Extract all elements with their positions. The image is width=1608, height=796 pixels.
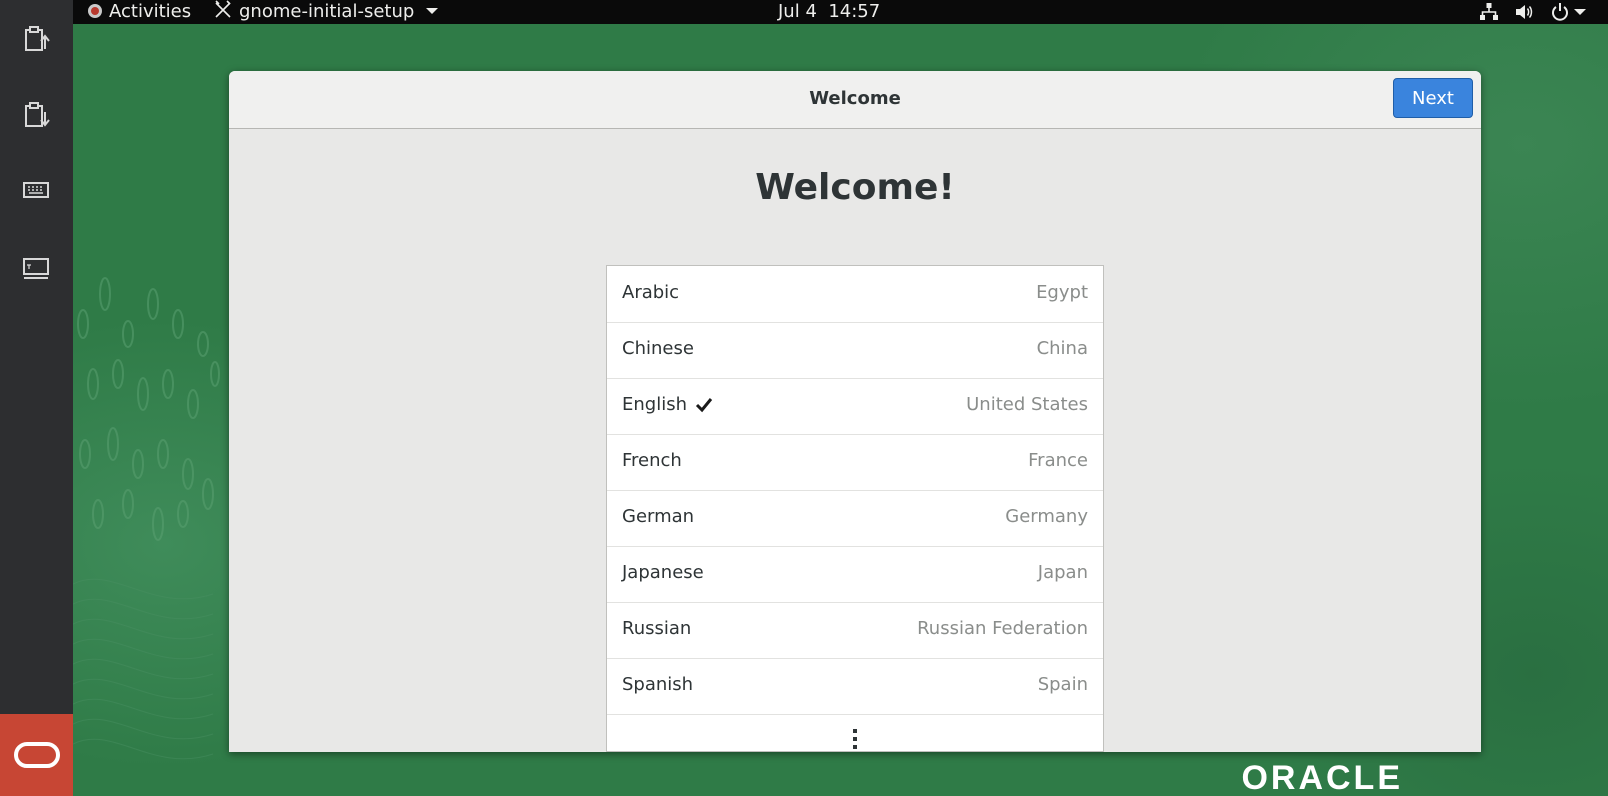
language-region: Spain [1037,674,1088,695]
remote-console-sidebar [0,0,73,796]
language-name: German [622,506,695,527]
language-region: Egypt [1036,282,1088,303]
clipboard-download-icon [25,102,50,127]
language-row-german[interactable]: German Germany [607,490,1103,547]
activities-button[interactable]: Activities [87,0,191,24]
activities-label: Activities [109,1,192,22]
language-name: Japanese [622,562,704,583]
keyboard-icon [23,182,49,198]
more-languages-button[interactable] [607,714,1103,751]
language-region: Russian Federation [917,618,1088,639]
language-row-arabic[interactable]: Arabic Egypt [607,266,1103,323]
language-name: Russian [622,618,692,639]
next-button[interactable]: Next [1393,78,1473,118]
header-bar: Welcome Next [229,71,1481,129]
language-row-japanese[interactable]: Japanese Japan [607,546,1103,603]
checkmark-icon [695,398,713,413]
power-chevron-icon[interactable] [1574,9,1586,15]
language-name: French [622,450,682,471]
network-icon[interactable] [1478,2,1500,22]
clock-label: Jul 4 14:57 [778,1,881,22]
language-region: Germany [1005,506,1088,527]
app-name-label: gnome-initial-setup [239,1,415,22]
language-row-spanish[interactable]: Spanish Spain [607,658,1103,715]
clipboard-download-button[interactable] [14,92,58,136]
gnome-top-bar: Activities gnome-initial-setup Jul 4 14:… [73,0,1608,24]
language-name: Arabic [622,282,680,303]
window-title: Welcome [809,88,901,109]
language-region: China [1036,338,1088,359]
more-vertical-icon [853,729,857,749]
initial-setup-window: Welcome Next Welcome! Arabic Egypt Chine… [229,71,1481,752]
page-title: Welcome! [755,167,955,208]
language-row-chinese[interactable]: Chinese China [607,322,1103,379]
clipboard-upload-icon [25,26,50,51]
language-region: United States [966,394,1088,415]
clock[interactable]: Jul 4 14:57 [778,0,880,24]
chevron-down-icon [426,8,439,14]
oracle-menu-button[interactable] [0,714,73,796]
power-icon[interactable] [1549,2,1571,22]
volume-icon[interactable] [1513,2,1535,22]
language-name: Chinese [622,338,694,359]
clipboard-upload-button[interactable] [14,16,58,60]
keyboard-button[interactable] [14,168,58,212]
language-list[interactable]: Arabic Egypt Chinese China English Unite… [606,265,1104,752]
oracle-logo-icon [13,742,60,768]
screen-button[interactable] [14,246,58,290]
language-region: Japan [1037,562,1088,583]
language-row-french[interactable]: French France [607,434,1103,491]
language-region: France [1028,450,1088,471]
language-row-english[interactable]: English United States [607,378,1103,435]
language-name: Spanish [622,674,694,695]
language-name: English [622,394,687,415]
language-row-russian[interactable]: Russian Russian Federation [607,602,1103,659]
oracle-wallpaper-logo: ORACLE [1241,759,1403,796]
app-tools-icon [215,0,231,18]
app-menu[interactable]: gnome-initial-setup [213,0,439,24]
screen-icon [23,258,49,279]
activities-icon [88,4,102,18]
